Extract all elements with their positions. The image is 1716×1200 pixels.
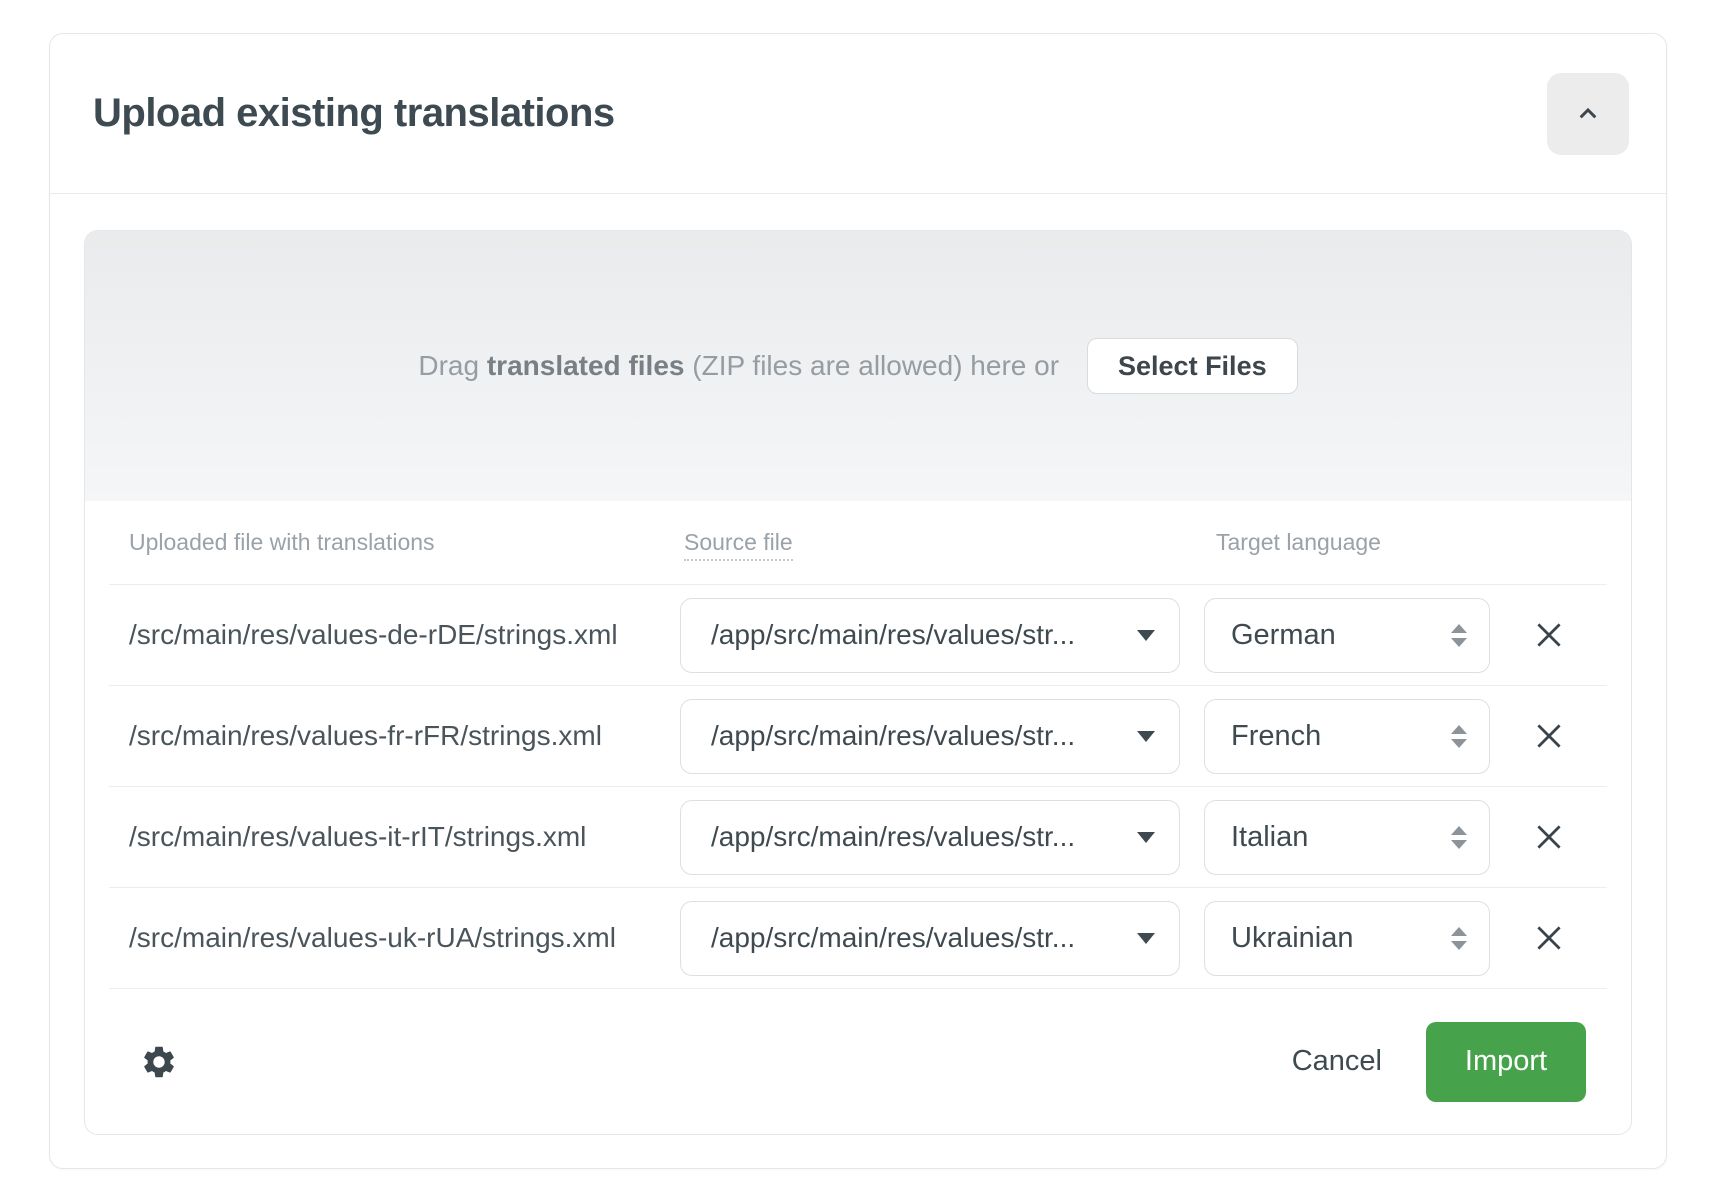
source-file-value: /app/src/main/res/values/str...: [711, 922, 1075, 954]
remove-row-button[interactable]: [1527, 613, 1571, 657]
up-down-arrows-icon: [1451, 725, 1467, 748]
remove-row-button[interactable]: [1527, 815, 1571, 859]
collapse-button[interactable]: [1547, 73, 1629, 155]
dropzone-hint: Drag translated files (ZIP files are all…: [418, 350, 1059, 382]
table-body: /src/main/res/values-de-rDE/strings.xml …: [109, 585, 1607, 989]
table-row: /src/main/res/values-it-rIT/strings.xml …: [109, 787, 1607, 888]
target-language-select[interactable]: French: [1204, 699, 1490, 774]
uploaded-file-path: /src/main/res/values-fr-rFR/strings.xml: [109, 720, 680, 752]
dialog-body: Drag translated files (ZIP files are all…: [50, 194, 1666, 1168]
file-dropzone[interactable]: Drag translated files (ZIP files are all…: [85, 231, 1631, 501]
source-file-dropdown[interactable]: /app/src/main/res/values/str...: [680, 800, 1180, 875]
target-language-select[interactable]: Ukrainian: [1204, 901, 1490, 976]
upload-translations-dialog: Upload existing translations Drag transl…: [49, 33, 1667, 1169]
dropzone-hint-bold: translated files: [487, 350, 685, 381]
column-header-target-language: Target language: [1204, 529, 1490, 556]
translations-table: Uploaded file with translations Source f…: [85, 501, 1631, 989]
source-file-value: /app/src/main/res/values/str...: [711, 720, 1075, 752]
uploaded-file-path: /src/main/res/values-it-rIT/strings.xml: [109, 821, 680, 853]
import-button[interactable]: Import: [1426, 1022, 1586, 1102]
table-row: /src/main/res/values-de-rDE/strings.xml …: [109, 585, 1607, 686]
up-down-arrows-icon: [1451, 927, 1467, 950]
target-language-select[interactable]: Italian: [1204, 800, 1490, 875]
settings-button[interactable]: [140, 1043, 178, 1081]
uploaded-file-path: /src/main/res/values-uk-rUA/strings.xml: [109, 922, 680, 954]
source-file-value: /app/src/main/res/values/str...: [711, 619, 1075, 651]
close-icon: [1532, 618, 1566, 652]
chevron-up-icon: [1572, 98, 1604, 130]
chevron-down-icon: [1137, 731, 1155, 742]
target-language-value: German: [1231, 619, 1336, 652]
target-language-select[interactable]: German: [1204, 598, 1490, 673]
dropzone-hint-suffix: (ZIP files are allowed) here or: [684, 350, 1059, 381]
panel-footer: Cancel Import: [85, 989, 1631, 1134]
up-down-arrows-icon: [1451, 826, 1467, 849]
table-header-row: Uploaded file with translations Source f…: [109, 501, 1607, 585]
source-file-dropdown[interactable]: /app/src/main/res/values/str...: [680, 699, 1180, 774]
column-header-source-file: Source file: [680, 529, 1204, 556]
close-icon: [1532, 820, 1566, 854]
source-file-value: /app/src/main/res/values/str...: [711, 821, 1075, 853]
uploaded-file-path: /src/main/res/values-de-rDE/strings.xml: [109, 619, 680, 651]
select-files-button[interactable]: Select Files: [1087, 338, 1298, 394]
page-title: Upload existing translations: [93, 91, 615, 136]
table-row: /src/main/res/values-fr-rFR/strings.xml …: [109, 686, 1607, 787]
target-language-value: French: [1231, 720, 1321, 753]
up-down-arrows-icon: [1451, 624, 1467, 647]
remove-row-button[interactable]: [1527, 714, 1571, 758]
target-language-value: Italian: [1231, 821, 1308, 854]
table-row: /src/main/res/values-uk-rUA/strings.xml …: [109, 888, 1607, 989]
gear-icon: [140, 1043, 178, 1081]
chevron-down-icon: [1137, 933, 1155, 944]
dropzone-hint-prefix: Drag: [418, 350, 486, 381]
close-icon: [1532, 719, 1566, 753]
source-file-dropdown[interactable]: /app/src/main/res/values/str...: [680, 598, 1180, 673]
remove-row-button[interactable]: [1527, 916, 1571, 960]
close-icon: [1532, 921, 1566, 955]
target-language-value: Ukrainian: [1231, 922, 1354, 955]
chevron-down-icon: [1137, 630, 1155, 641]
dialog-header: Upload existing translations: [50, 34, 1666, 194]
source-file-dropdown[interactable]: /app/src/main/res/values/str...: [680, 901, 1180, 976]
chevron-down-icon: [1137, 832, 1155, 843]
upload-panel: Drag translated files (ZIP files are all…: [84, 230, 1632, 1135]
cancel-button[interactable]: Cancel: [1292, 1045, 1382, 1078]
column-header-uploaded-file: Uploaded file with translations: [109, 529, 680, 556]
